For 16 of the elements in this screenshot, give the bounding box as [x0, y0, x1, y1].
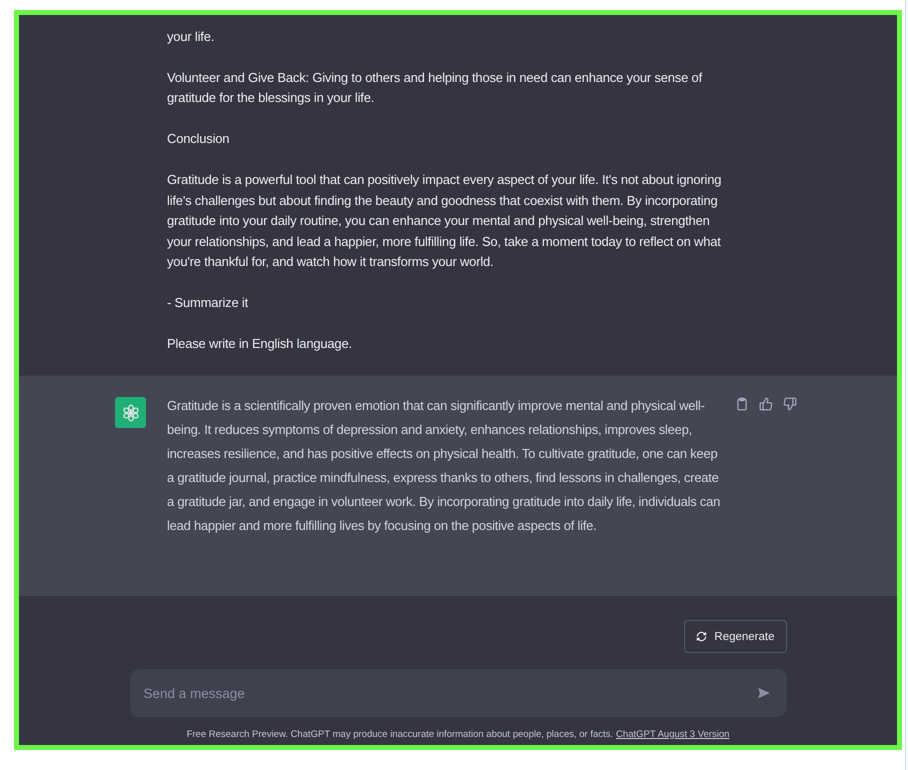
message-paragraph: Please write in English language. — [167, 335, 353, 353]
disclaimer-text: Free Research Preview. ChatGPT may produce inaccurate information about people, places, or facts. — [186, 729, 614, 740]
assistant-response: Gratitude is a scientifically proven emotion that can significantly improve mental and physical well-being. It reduces symptoms of depression and anxiety, enhances relationships, improves sleep, increases resilience, and has positive effects on physical health. To cultivate gratitude, one can keep a gratitude journal, practice mindfulness, express thanks to others, find lessons in challenges, create a gratitude jar, and engage in volunteer work. By incorporating gratitude into daily life, individuals can lead happier and more fulfilling lives by focusing on the positive aspects of life. — [167, 397, 722, 535]
version-link[interactable]: ChatGPT August 3 Version — [616, 729, 730, 740]
assistant-logo-icon — [115, 397, 146, 428]
message-paragraph: your life. — [167, 28, 216, 46]
message-input[interactable]: Send a message — [130, 669, 786, 717]
thumbs-down-icon[interactable] — [783, 397, 799, 413]
message-paragraph: - Summarize it — [167, 294, 250, 312]
refresh-icon — [696, 631, 708, 642]
message-paragraph: Volunteer and Give Back: Giving to others and helping those in need can enhance your sense of gratitude for the blessings in your life. — [167, 68, 704, 107]
thumbs-up-icon[interactable] — [759, 397, 775, 413]
regenerate-button[interactable]: Regenerate — [684, 620, 786, 653]
message-paragraph: Gratitude is a powerful tool that can positively impact every aspect of your life. It's not about ignoring life's challenges but about finding the beauty and goodness that coexist with them. By incorporating gratitude into your daily routine, you can enhance your mental and physical well-being, strengthen your relationships, and lead a happier, more fulfilling life. So, take a moment today to reflect on what you're thankful for, and watch how it transforms your world. — [167, 171, 722, 271]
message-paragraph: Conclusion — [167, 130, 230, 148]
send-icon[interactable] — [756, 686, 770, 700]
